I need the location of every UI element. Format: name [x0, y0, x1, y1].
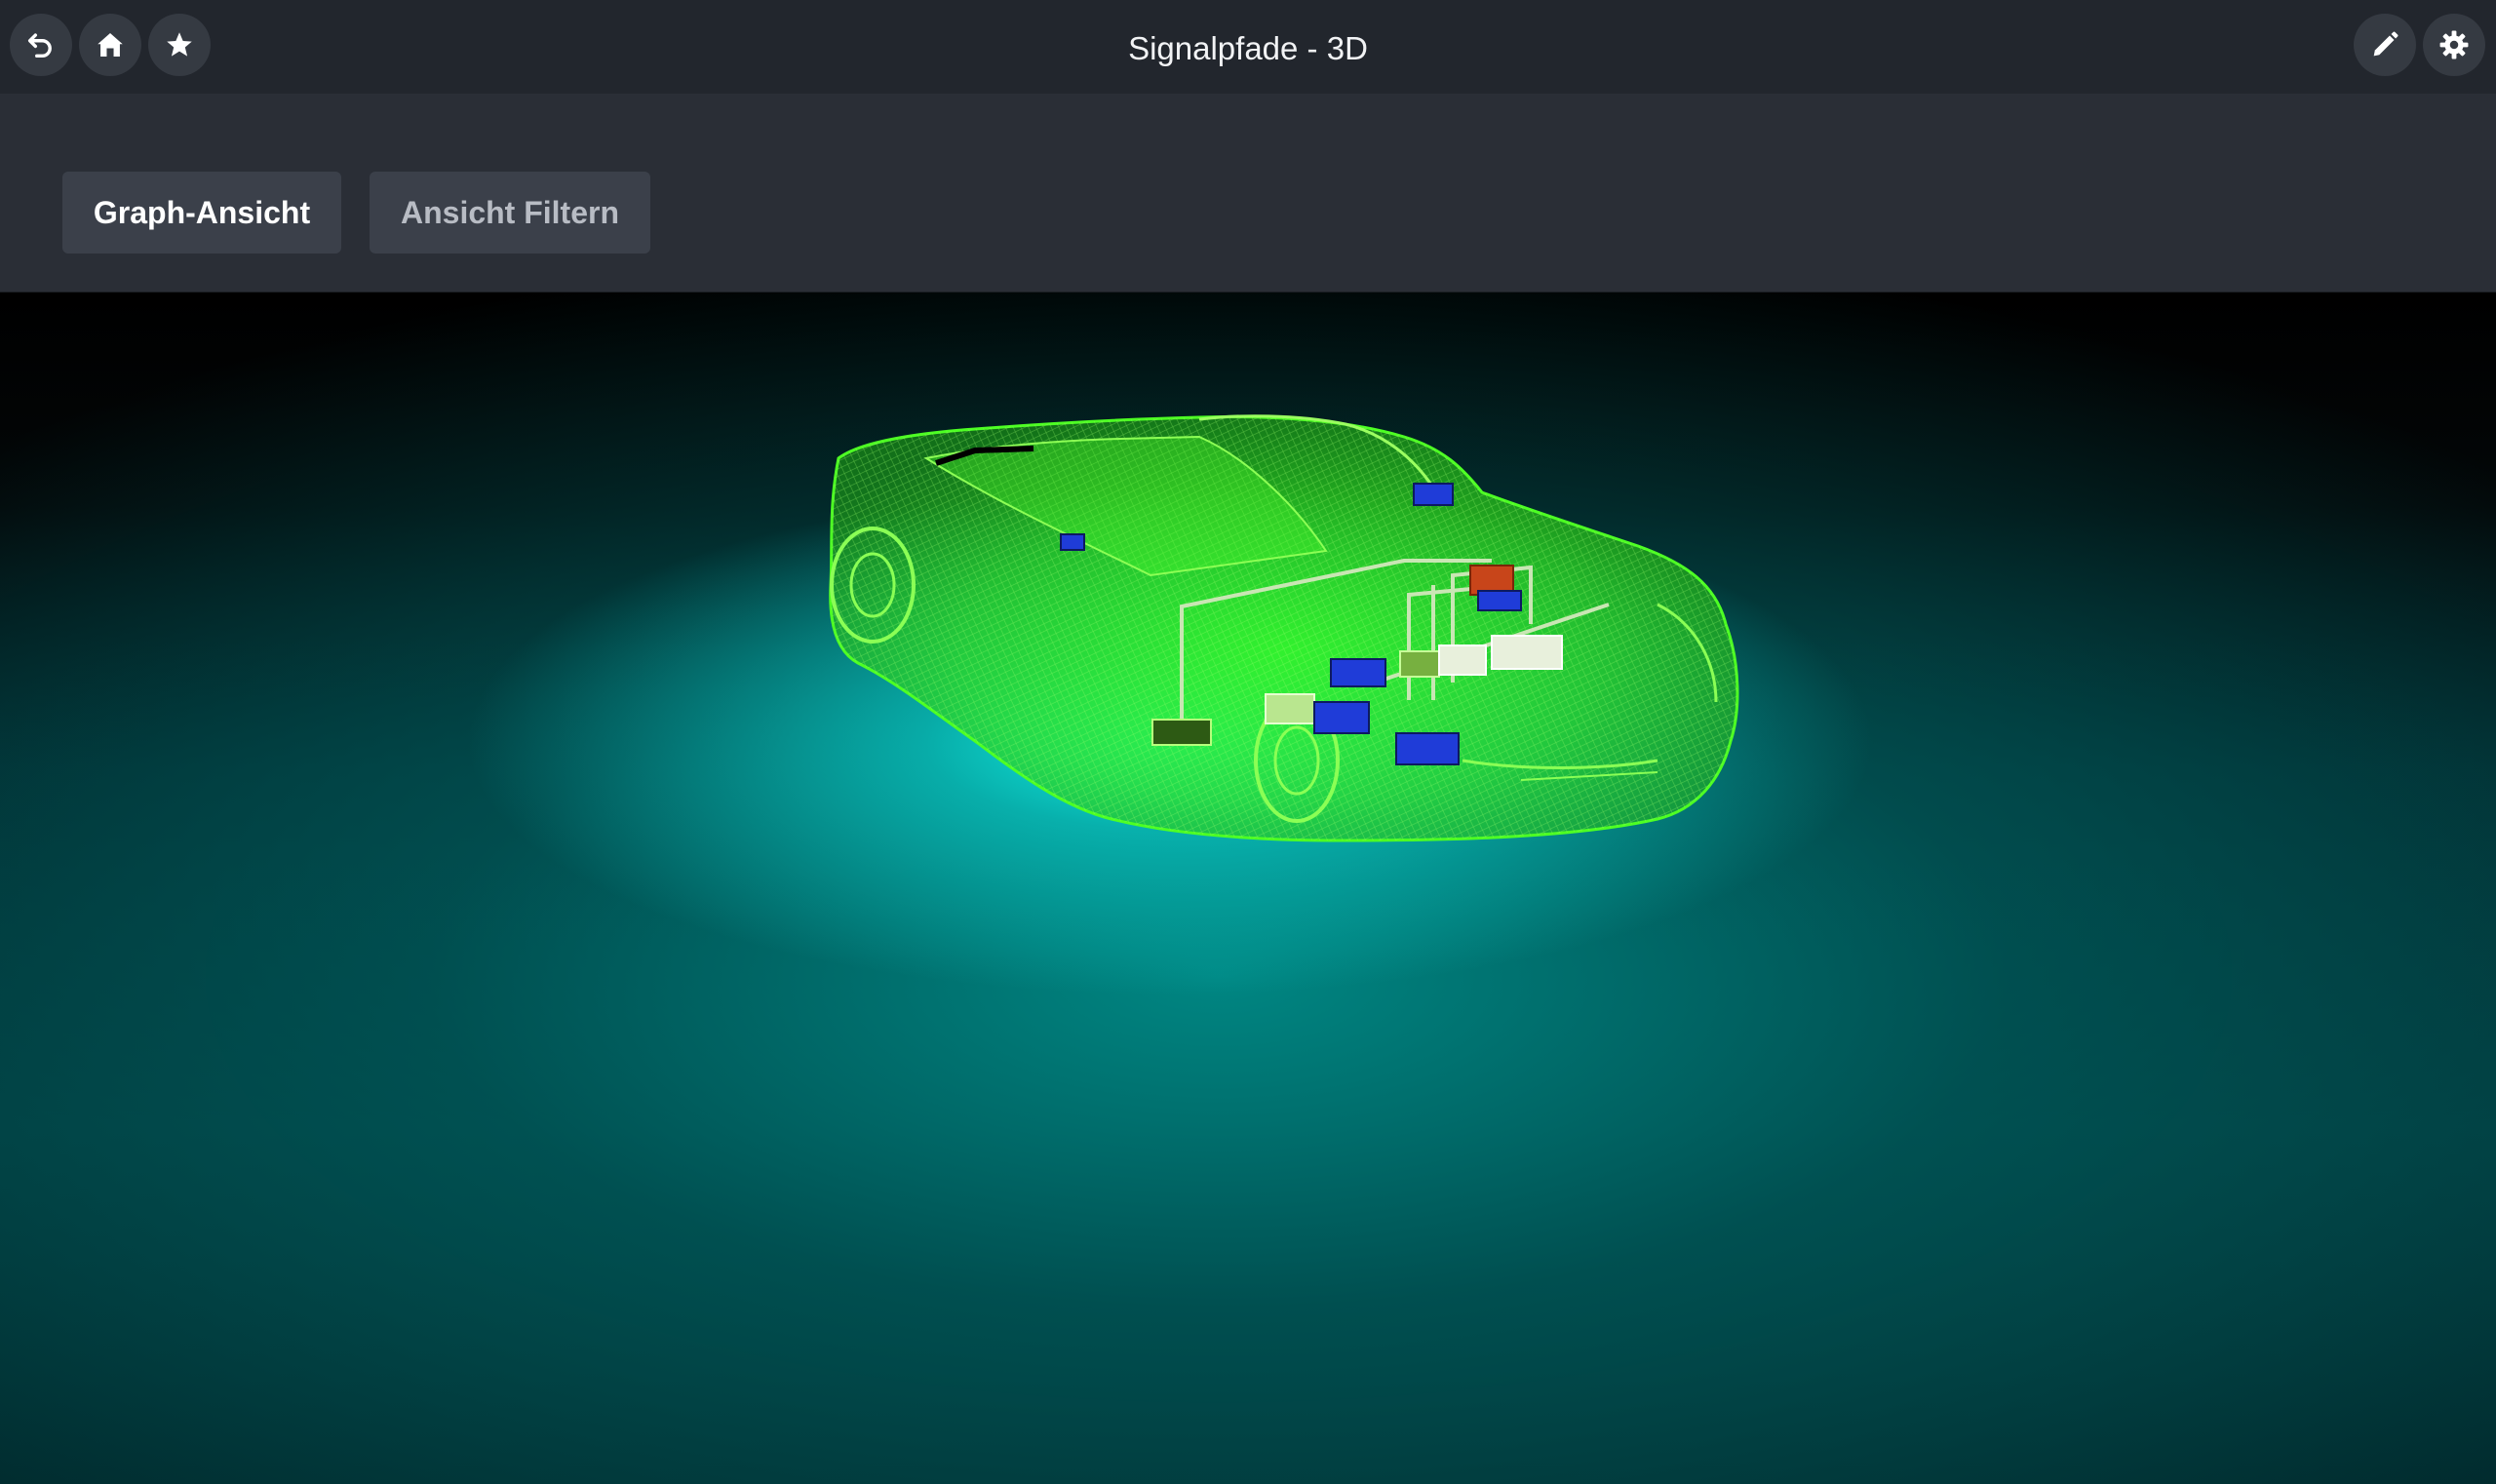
graph-view-button[interactable]: Graph-Ansicht: [62, 172, 341, 254]
pencil-icon: [2373, 31, 2398, 57]
edit-button[interactable]: [2354, 14, 2416, 76]
view-toolbar: Graph-Ansicht Ansicht Filtern: [0, 94, 2496, 293]
ecu-box: [1413, 483, 1454, 506]
settings-button[interactable]: [2423, 14, 2485, 76]
home-button[interactable]: [79, 14, 141, 76]
ecu-box: [1491, 635, 1563, 670]
ecu-box: [1265, 693, 1315, 724]
star-icon: [167, 32, 192, 57]
ecu-box: [1477, 590, 1522, 611]
gear-icon: [2439, 30, 2469, 59]
ecu-box: [1060, 533, 1085, 551]
filter-view-button[interactable]: Ansicht Filtern: [370, 172, 650, 254]
ecu-box: [1399, 650, 1440, 678]
ecu-box: [1313, 701, 1370, 734]
ecu-box: [1438, 644, 1487, 676]
3d-viewport[interactable]: [0, 293, 2496, 1484]
favorite-button[interactable]: [148, 14, 211, 76]
app-window: Signalpfade - 3D Graph-Ansicht Ansicht F…: [0, 0, 2496, 1484]
ecu-box: [1151, 719, 1212, 746]
ecu-box: [1330, 658, 1386, 687]
ecu-box: [1395, 732, 1460, 765]
page-title: Signalpfade - 3D: [1128, 30, 1368, 66]
undo-arrow-icon: [27, 33, 52, 59]
car-wireframe: [829, 414, 1739, 842]
home-icon: [98, 32, 123, 58]
back-button[interactable]: [10, 14, 72, 76]
title-bar: Signalpfade - 3D: [0, 0, 2496, 94]
car-3d-model: [829, 414, 1739, 842]
